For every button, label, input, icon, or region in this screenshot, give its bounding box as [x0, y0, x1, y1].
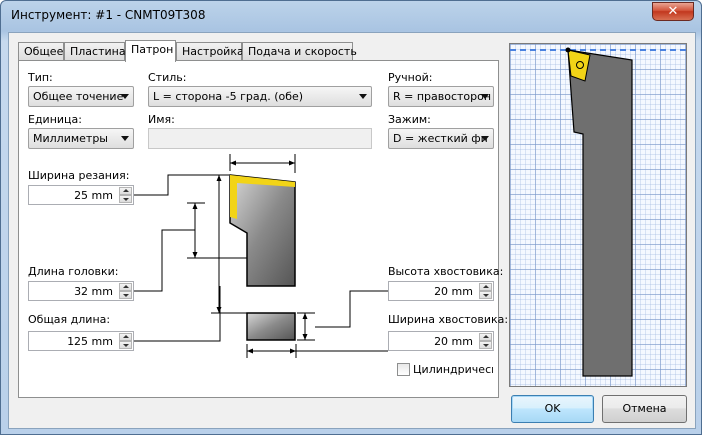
dialog-client: Общее Пластина Патрон Настройка Подача и… — [8, 32, 696, 429]
tool-tip-point — [565, 47, 571, 53]
tool-head-shape — [229, 174, 296, 287]
cancel-button[interactable]: Отмена — [602, 395, 687, 423]
tool-preview — [509, 43, 687, 387]
title-bar[interactable]: Инструмент: #1 - CNMT09T308 ✕ — [1, 1, 701, 31]
tab-setup[interactable]: Настройка — [176, 42, 244, 61]
dialog-window: Инструмент: #1 - CNMT09T308 ✕ Общее Плас… — [0, 0, 702, 435]
window-title: Инструмент: #1 - CNMT09T308 — [11, 8, 206, 22]
holder-panel: Тип: Общее точение Стиль: L = сторона -5… — [18, 60, 508, 398]
close-icon: ✕ — [667, 4, 679, 19]
ok-button[interactable]: OK — [511, 395, 594, 423]
tab-insert[interactable]: Пластина — [64, 42, 126, 61]
holder-dimension-diagram — [134, 154, 388, 358]
tab-general[interactable]: Общее — [18, 42, 64, 61]
tool-preview-drawing — [510, 47, 686, 377]
shank-section-shape — [246, 312, 296, 341]
tab-holder[interactable]: Патрон — [125, 40, 176, 62]
tab-feed-speed[interactable]: Подача и скорость — [242, 42, 357, 61]
close-button[interactable]: ✕ — [652, 2, 694, 21]
tool-holder-body — [567, 49, 633, 377]
